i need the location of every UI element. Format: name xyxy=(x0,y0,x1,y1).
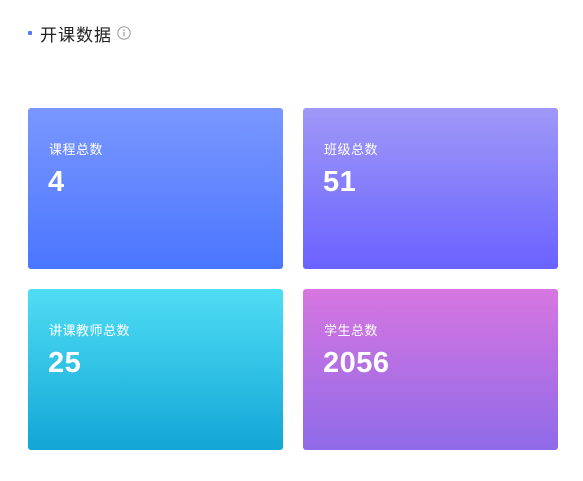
card-label: 学生总数 xyxy=(324,324,379,339)
teacher-total-card: 讲课教师总数 25 xyxy=(28,289,283,450)
card-value: 2056 xyxy=(323,347,390,379)
card-value: 4 xyxy=(48,166,65,198)
section-header: 开课数据 xyxy=(28,20,131,46)
section-title: 开课数据 xyxy=(40,25,112,46)
info-icon[interactable] xyxy=(117,26,131,40)
card-value: 51 xyxy=(323,166,357,198)
student-total-card: 学生总数 2056 xyxy=(303,289,558,450)
card-label: 班级总数 xyxy=(324,143,379,158)
course-total-card: 课程总数 4 xyxy=(28,108,283,269)
class-total-card: 班级总数 51 xyxy=(303,108,558,269)
card-value: 25 xyxy=(48,347,82,379)
card-label: 课程总数 xyxy=(49,143,104,158)
dashboard-page: 开课数据 课程总数 4 班级总数 51 讲课教师总数 25 学生总数 2056 xyxy=(0,0,583,481)
card-label: 讲课教师总数 xyxy=(49,324,131,339)
section-marker xyxy=(28,31,32,35)
